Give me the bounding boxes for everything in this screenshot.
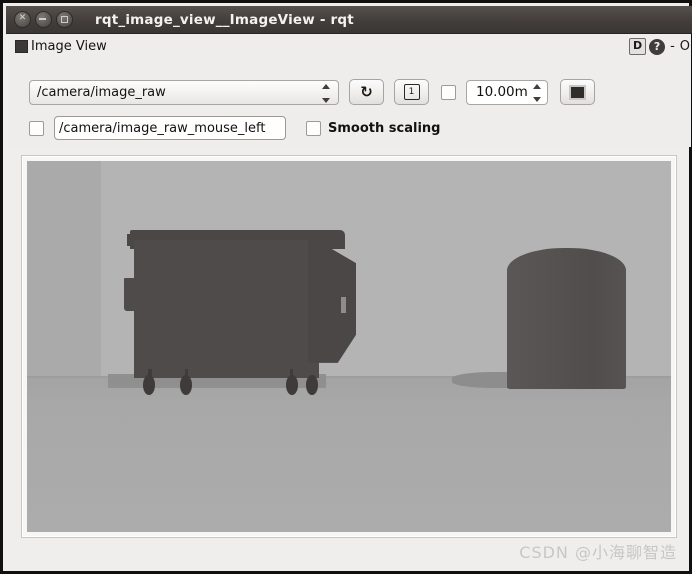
dumpster-slanted-end [308, 235, 357, 363]
image-viewport[interactable] [21, 155, 677, 538]
dumpster-slot [341, 297, 347, 313]
dock-widget-header: Image View D ? - O [7, 34, 691, 59]
help-icon[interactable]: ? [649, 38, 666, 55]
dynamic-range-checkbox[interactable] [441, 84, 456, 100]
camera-image-canvas[interactable] [27, 161, 671, 532]
image-view-icon [15, 40, 28, 53]
window-frame: ✕ rqt_image_view__ImageView - rqt Image … [0, 0, 692, 574]
dock-minimize-button[interactable]: - [668, 39, 677, 54]
rqt-image-view-window: ✕ rqt_image_view__ImageView - rqt Image … [0, 0, 692, 574]
chevron-updown-icon[interactable] [321, 83, 330, 103]
dock-float-button[interactable]: D [629, 38, 647, 55]
dock-widget-controls: D ? - O [629, 38, 691, 55]
publish-click-location-checkbox[interactable] [29, 120, 44, 136]
dumpster-body [134, 239, 320, 379]
topic-combobox-value: /camera/image_raw [37, 84, 166, 100]
scene-ground-plane [27, 376, 671, 532]
mouse-topic-input[interactable]: /camera/image_raw_mouse_left [54, 116, 286, 140]
color-scheme-button[interactable] [560, 79, 595, 105]
color-scheme-icon [569, 84, 586, 100]
dock-close-button[interactable]: O [680, 39, 691, 54]
toolbar-area: /camera/image_raw ↻ 1 10.00m /camera/ima… [7, 59, 691, 147]
refresh-button[interactable]: ↻ [349, 79, 384, 105]
window-title: rqt_image_view__ImageView - rqt [95, 11, 354, 28]
max-range-spinbox[interactable]: 10.00m [466, 79, 548, 105]
toolbar-row-secondary: /camera/image_raw_mouse_left Smooth scal… [29, 116, 440, 140]
save-image-icon: 1 [403, 84, 420, 100]
scene-object-cylinder [506, 248, 626, 390]
mouse-topic-value: /camera/image_raw_mouse_left [59, 120, 266, 136]
max-range-value: 10.00m [476, 84, 528, 100]
dumpster-wheel [305, 374, 318, 395]
dumpster-wheel [286, 374, 299, 395]
refresh-icon: ↻ [360, 82, 373, 101]
minimize-icon[interactable] [35, 11, 52, 28]
spinner-updown-icon[interactable] [532, 83, 541, 102]
scene-object-dumpster [124, 226, 357, 395]
watermark-text: CSDN @小海聊智造 [519, 543, 677, 562]
window-controls: ✕ [14, 11, 73, 28]
dumpster-wheel [180, 374, 192, 395]
close-icon[interactable]: ✕ [14, 11, 31, 28]
smooth-scaling-checkbox[interactable] [306, 120, 321, 136]
toolbar-row-primary: /camera/image_raw ↻ 1 10.00m [29, 79, 595, 105]
dock-widget-title: Image View [31, 39, 107, 54]
topic-combobox[interactable]: /camera/image_raw [29, 79, 339, 105]
smooth-scaling-label: Smooth scaling [328, 120, 441, 136]
window-titlebar: ✕ rqt_image_view__ImageView - rqt [6, 6, 692, 34]
dumpster-side-tab [124, 277, 138, 312]
save-image-button[interactable]: 1 [394, 79, 429, 105]
maximize-icon[interactable] [56, 11, 73, 28]
